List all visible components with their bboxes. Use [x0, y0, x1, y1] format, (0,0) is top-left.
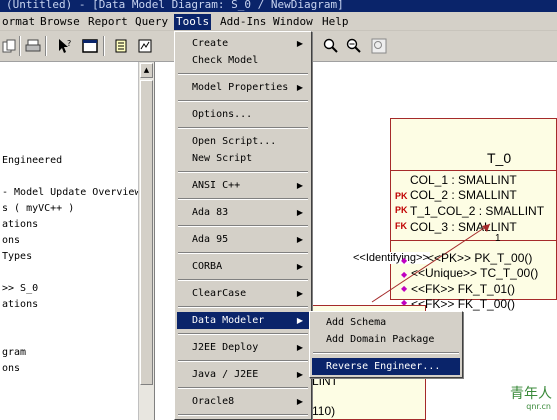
- menu-separator: [178, 279, 308, 281]
- submenu-arrow-icon: ▶: [296, 316, 303, 325]
- menu-item-label: ANSI C++: [192, 180, 241, 191]
- submenu-arrow-icon: ▶: [296, 181, 303, 190]
- entity-operation: <<PK>> PK_T_00(): [427, 251, 533, 265]
- data-modeler-submenu: Add Schema Add Domain Package Reverse En…: [309, 311, 463, 378]
- application-window: (Untitled) - [Data Model Diagram: S_0 / …: [0, 0, 557, 420]
- menu-item-clearcase[interactable]: ClearCase ▶: [177, 285, 309, 302]
- menu-item-options[interactable]: Options...: [177, 106, 309, 123]
- menu-item-create[interactable]: Create ▶: [177, 35, 309, 52]
- watermark-url: qnr.cn: [526, 402, 551, 411]
- menu-item-label: Options...: [192, 109, 253, 120]
- menu-item-data-modeler[interactable]: Data Modeler ▶: [177, 312, 309, 329]
- menu-item-label: Ada 95: [192, 234, 229, 245]
- submenu-arrow-icon: ▶: [296, 397, 303, 406]
- menu-item-model-properties[interactable]: Model Properties ▶: [177, 79, 309, 96]
- menu-item-java-j2ee[interactable]: Java / J2EE ▶: [177, 366, 309, 383]
- menu-separator: [178, 73, 308, 75]
- menu-item-open-script[interactable]: Open Script...: [177, 133, 309, 150]
- watermark-logo: 青年人 qnr.cn: [510, 386, 555, 418]
- menu-separator: [178, 333, 308, 335]
- menu-item-label: J2EE Deploy: [192, 342, 259, 353]
- menu-item-oracle8[interactable]: Oracle8 ▶: [177, 393, 309, 410]
- submenu-arrow-icon: ▶: [296, 83, 303, 92]
- submenu-arrow-icon: ▶: [296, 208, 303, 217]
- menu-separator: [178, 387, 308, 389]
- menu-item-label: Ada 83: [192, 207, 229, 218]
- submenu-arrow-icon: ▶: [296, 370, 303, 379]
- entity-operation: 110): [312, 404, 336, 418]
- menu-separator: [178, 414, 308, 416]
- menu-item-label: Check Model: [192, 55, 259, 66]
- menu-item-add-schema[interactable]: Add Schema: [312, 314, 460, 331]
- menu-item-label: Java / J2EE: [192, 369, 259, 380]
- submenu-arrow-icon: ▶: [296, 235, 303, 244]
- menu-item-reverse-engineer[interactable]: Reverse Engineer...: [312, 358, 460, 375]
- menu-item-label: Open Script...: [192, 136, 277, 147]
- menu-separator: [178, 360, 308, 362]
- menu-separator: [178, 252, 308, 254]
- operation-icon: ◆: [401, 284, 408, 293]
- menu-item-corba[interactable]: CORBA ▶: [177, 258, 309, 275]
- tools-dropdown-menu: Create ▶ Check Model Model Properties ▶ Op…: [174, 31, 312, 420]
- submenu-arrow-icon: ▶: [296, 289, 303, 298]
- menu-item-check-model[interactable]: Check Model: [177, 52, 309, 69]
- menu-item-label: CORBA: [192, 261, 223, 272]
- entity-operation: <<FK>> FK_T_01(): [411, 282, 516, 296]
- menu-item-label: Create: [192, 38, 229, 49]
- menu-separator: [178, 198, 308, 200]
- operation-icon: ◆: [401, 270, 408, 279]
- menu-separator: [178, 171, 308, 173]
- menu-item-new-script[interactable]: New Script: [177, 150, 309, 167]
- menu-item-j2ee-deploy[interactable]: J2EE Deploy ▶: [177, 339, 309, 356]
- menu-separator: [178, 127, 308, 129]
- menu-item-label: New Script: [192, 153, 253, 164]
- submenu-arrow-icon: ▶: [296, 343, 303, 352]
- menu-separator: [178, 100, 308, 102]
- menu-item-ada-83[interactable]: Ada 83 ▶: [177, 204, 309, 221]
- menu-separator: [178, 306, 308, 308]
- entity-operation: <<FK>> FK_T_00(): [411, 297, 516, 311]
- menu-item-ada-95[interactable]: Ada 95 ▶: [177, 231, 309, 248]
- menu-separator: [178, 225, 308, 227]
- menu-separator: [313, 352, 459, 354]
- operation-icon: ◆: [401, 256, 408, 265]
- submenu-arrow-icon: ▶: [296, 39, 303, 48]
- submenu-arrow-icon: ▶: [296, 262, 303, 271]
- entity-operation: <<Unique>> TC_T_00(): [411, 266, 539, 280]
- watermark-text: 青年人: [510, 386, 552, 402]
- menu-item-label: Data Modeler: [192, 315, 265, 326]
- menu-item-label: Oracle8: [192, 396, 235, 407]
- menu-item-ansi-cpp[interactable]: ANSI C++ ▶: [177, 177, 309, 194]
- menu-item-add-domain-package[interactable]: Add Domain Package: [312, 331, 460, 348]
- menu-item-label: Model Properties: [192, 82, 289, 93]
- menu-item-label: ClearCase: [192, 288, 247, 299]
